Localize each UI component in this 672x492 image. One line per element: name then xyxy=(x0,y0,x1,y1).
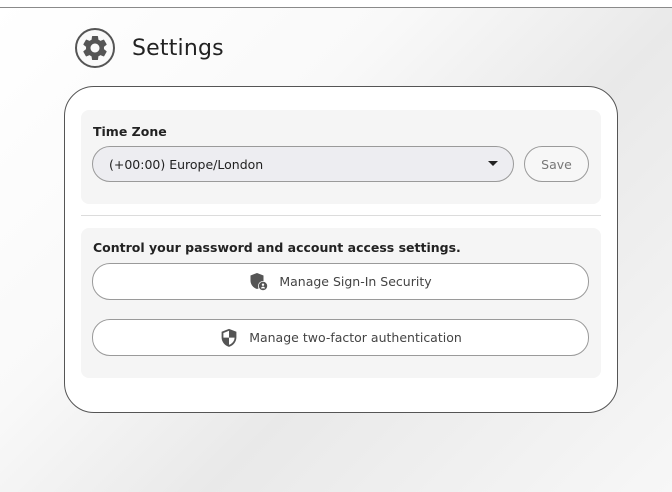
security-section: Control your password and account access… xyxy=(81,228,601,378)
window-top-edge xyxy=(0,0,672,8)
manage-sign-in-security-label: Manage Sign-In Security xyxy=(279,274,432,289)
section-divider xyxy=(81,215,601,216)
page-title: Settings xyxy=(132,35,224,61)
manage-sign-in-security-button[interactable]: Manage Sign-In Security xyxy=(92,263,589,300)
chevron-down-icon xyxy=(488,161,498,166)
gear-icon xyxy=(75,28,115,68)
shield-lock-icon xyxy=(249,272,269,292)
settings-card: Time Zone (+00:00) Europe/London Save Co… xyxy=(64,86,618,413)
security-description: Control your password and account access… xyxy=(93,240,461,255)
manage-two-factor-button[interactable]: Manage two-factor authentication xyxy=(92,319,589,356)
timezone-section: Time Zone (+00:00) Europe/London Save xyxy=(81,110,601,204)
save-button[interactable]: Save xyxy=(524,146,589,182)
timezone-selected-value: (+00:00) Europe/London xyxy=(109,156,264,172)
shield-icon xyxy=(219,328,239,348)
page-header: Settings xyxy=(75,27,224,69)
timezone-select[interactable]: (+00:00) Europe/London xyxy=(92,146,514,182)
timezone-label: Time Zone xyxy=(93,124,167,139)
manage-two-factor-label: Manage two-factor authentication xyxy=(249,330,462,345)
